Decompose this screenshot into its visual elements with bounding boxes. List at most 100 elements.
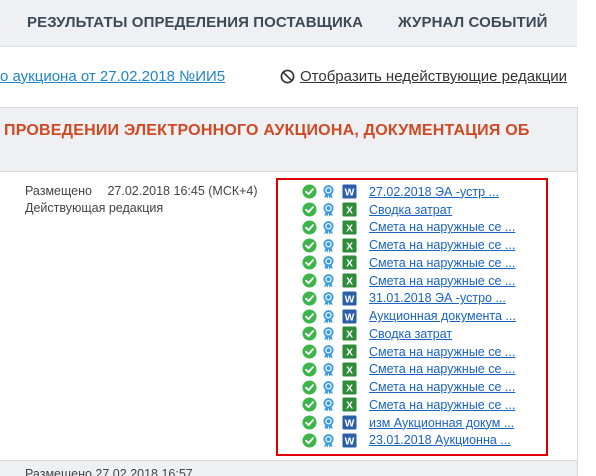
- certificate-seal-icon[interactable]: [321, 202, 336, 217]
- certificate-seal-icon[interactable]: [321, 362, 336, 377]
- tab-supplier-results[interactable]: РЕЗУЛЬТАТЫ ОПРЕДЕЛЕНИЯ ПОСТАВЩИКА: [27, 14, 363, 31]
- check-circle-icon: [302, 184, 317, 199]
- svg-text:W: W: [345, 436, 355, 447]
- panel-title: ПРОВЕДЕНИИ ЭЛЕКТРОННОГО АУКЦИОНА, ДОКУМЕ…: [4, 122, 530, 139]
- document-row: X Смета на наружные се ...: [302, 343, 542, 361]
- certificate-seal-icon[interactable]: [321, 220, 336, 235]
- svg-text:X: X: [346, 347, 353, 358]
- ban-icon: [280, 69, 295, 84]
- svg-text:X: X: [346, 205, 353, 216]
- document-row: Wизм Аукционная докум ...: [302, 414, 542, 432]
- document-link[interactable]: 23.01.2018 Аукционна ...: [369, 433, 511, 447]
- document-link[interactable]: Смета на наружные се ...: [369, 398, 515, 412]
- certificate-seal-icon[interactable]: [321, 344, 336, 359]
- svg-text:X: X: [346, 276, 353, 287]
- next-revision-strip: Размещено 27.02.2018 16:57: [0, 460, 577, 476]
- word-file-icon: W: [342, 309, 357, 324]
- svg-text:X: X: [346, 401, 353, 412]
- check-circle-icon: [302, 326, 317, 341]
- show-inactive-label: Отобразить недействующие редакции: [300, 68, 568, 85]
- excel-file-icon: X: [342, 220, 357, 235]
- svg-text:W: W: [345, 188, 355, 199]
- check-circle-icon: [302, 202, 317, 217]
- tab-event-log[interactable]: ЖУРНАЛ СОБЫТИЙ: [398, 14, 548, 31]
- svg-text:X: X: [346, 383, 353, 394]
- check-circle-icon: [302, 397, 317, 412]
- svg-text:W: W: [345, 418, 355, 429]
- placed-info: Размещено 27.02.2018 16:45 (МСК+4): [25, 184, 258, 198]
- document-row: X Смета на наружные се ...: [302, 254, 542, 272]
- svg-text:W: W: [345, 312, 355, 323]
- document-link[interactable]: 27.02.2018 ЭА -устр ...: [369, 185, 499, 199]
- svg-text:X: X: [346, 259, 353, 270]
- check-circle-icon: [302, 220, 317, 235]
- placed-date: 27.02.2018 16:45 (МСК+4): [107, 184, 258, 198]
- document-link[interactable]: Смета на наружные се ...: [369, 220, 515, 234]
- certificate-seal-icon[interactable]: [321, 255, 336, 270]
- document-link[interactable]: 31.01.2018 ЭА -устро ...: [369, 291, 506, 305]
- document-row: W 23.01.2018 Аукционна ...: [302, 432, 542, 450]
- certificate-seal-icon[interactable]: [321, 291, 336, 306]
- document-row: X Смета на наружные се ...: [302, 378, 542, 396]
- check-circle-icon: [302, 238, 317, 253]
- certificate-seal-icon[interactable]: [321, 433, 336, 448]
- excel-file-icon: X: [342, 202, 357, 217]
- word-file-icon: W: [342, 415, 357, 430]
- show-inactive-revisions-link[interactable]: Отобразить недействующие редакции: [280, 68, 567, 85]
- certificate-seal-icon[interactable]: [321, 380, 336, 395]
- svg-text:X: X: [346, 241, 353, 252]
- excel-file-icon: X: [342, 326, 357, 341]
- document-row: X Смета на наружные се ...: [302, 361, 542, 379]
- document-link[interactable]: изм Аукционная докум ...: [369, 416, 514, 430]
- document-link[interactable]: Смета на наружные се ...: [369, 380, 515, 394]
- document-link[interactable]: Смета на наружные се ...: [369, 256, 515, 270]
- placed-label: Размещено: [25, 184, 92, 198]
- word-file-icon: W: [342, 184, 357, 199]
- check-circle-icon: [302, 415, 317, 430]
- word-file-icon: W: [342, 291, 357, 306]
- document-row: X Смета на наружные се ...: [302, 236, 542, 254]
- document-row: X Сводка затрат: [302, 325, 542, 343]
- excel-file-icon: X: [342, 255, 357, 270]
- certificate-seal-icon[interactable]: [321, 273, 336, 288]
- certificate-seal-icon[interactable]: [321, 415, 336, 430]
- word-file-icon: W: [342, 433, 357, 448]
- document-link[interactable]: Аукционная документа ...: [369, 309, 516, 323]
- check-circle-icon: [302, 380, 317, 395]
- excel-file-icon: X: [342, 397, 357, 412]
- excel-file-icon: X: [342, 344, 357, 359]
- panel-header: ПРОВЕДЕНИИ ЭЛЕКТРОННОГО АУКЦИОНА, ДОКУМЕ…: [0, 108, 577, 172]
- document-link[interactable]: Смета на наружные се ...: [369, 274, 515, 288]
- document-link[interactable]: Сводка затрат: [369, 203, 452, 217]
- check-circle-icon: [302, 309, 317, 324]
- links-row: о аукциона от 27.02.2018 №ИИ5 Отобразить…: [0, 68, 596, 88]
- certificate-seal-icon[interactable]: [321, 184, 336, 199]
- certificate-seal-icon[interactable]: [321, 397, 336, 412]
- check-circle-icon: [302, 273, 317, 288]
- excel-file-icon: X: [342, 238, 357, 253]
- next-revision-placed: Размещено 27.02.2018 16:57: [25, 467, 193, 476]
- certificate-seal-icon[interactable]: [321, 326, 336, 341]
- excel-file-icon: X: [342, 273, 357, 288]
- revision-status: Действующая редакция: [25, 201, 164, 215]
- document-link[interactable]: Сводка затрат: [369, 327, 452, 341]
- check-circle-icon: [302, 255, 317, 270]
- document-link[interactable]: Смета на наружные се ...: [369, 345, 515, 359]
- svg-text:X: X: [346, 365, 353, 376]
- certificate-seal-icon[interactable]: [321, 238, 336, 253]
- check-circle-icon: [302, 291, 317, 306]
- documentation-panel: ПРОВЕДЕНИИ ЭЛЕКТРОННОГО АУКЦИОНА, ДОКУМЕ…: [0, 107, 578, 476]
- svg-text:W: W: [345, 294, 355, 305]
- certificate-seal-icon[interactable]: [321, 309, 336, 324]
- notice-link[interactable]: о аукциона от 27.02.2018 №ИИ5: [0, 68, 225, 85]
- document-link[interactable]: Смета на наружные се ...: [369, 238, 515, 252]
- svg-text:X: X: [346, 223, 353, 234]
- document-row: W 31.01.2018 ЭА -устро ...: [302, 290, 542, 308]
- document-row: W Аукционная документа ...: [302, 307, 542, 325]
- check-circle-icon: [302, 344, 317, 359]
- document-row: X Смета на наружные се ...: [302, 272, 542, 290]
- tabs-bar: РЕЗУЛЬТАТЫ ОПРЕДЕЛЕНИЯ ПОСТАВЩИКА ЖУРНАЛ…: [0, 0, 577, 47]
- document-row: X Сводка затрат: [302, 201, 542, 219]
- document-link[interactable]: Смета на наружные се ...: [369, 362, 515, 376]
- document-row: X Смета на наружные се ...: [302, 396, 542, 414]
